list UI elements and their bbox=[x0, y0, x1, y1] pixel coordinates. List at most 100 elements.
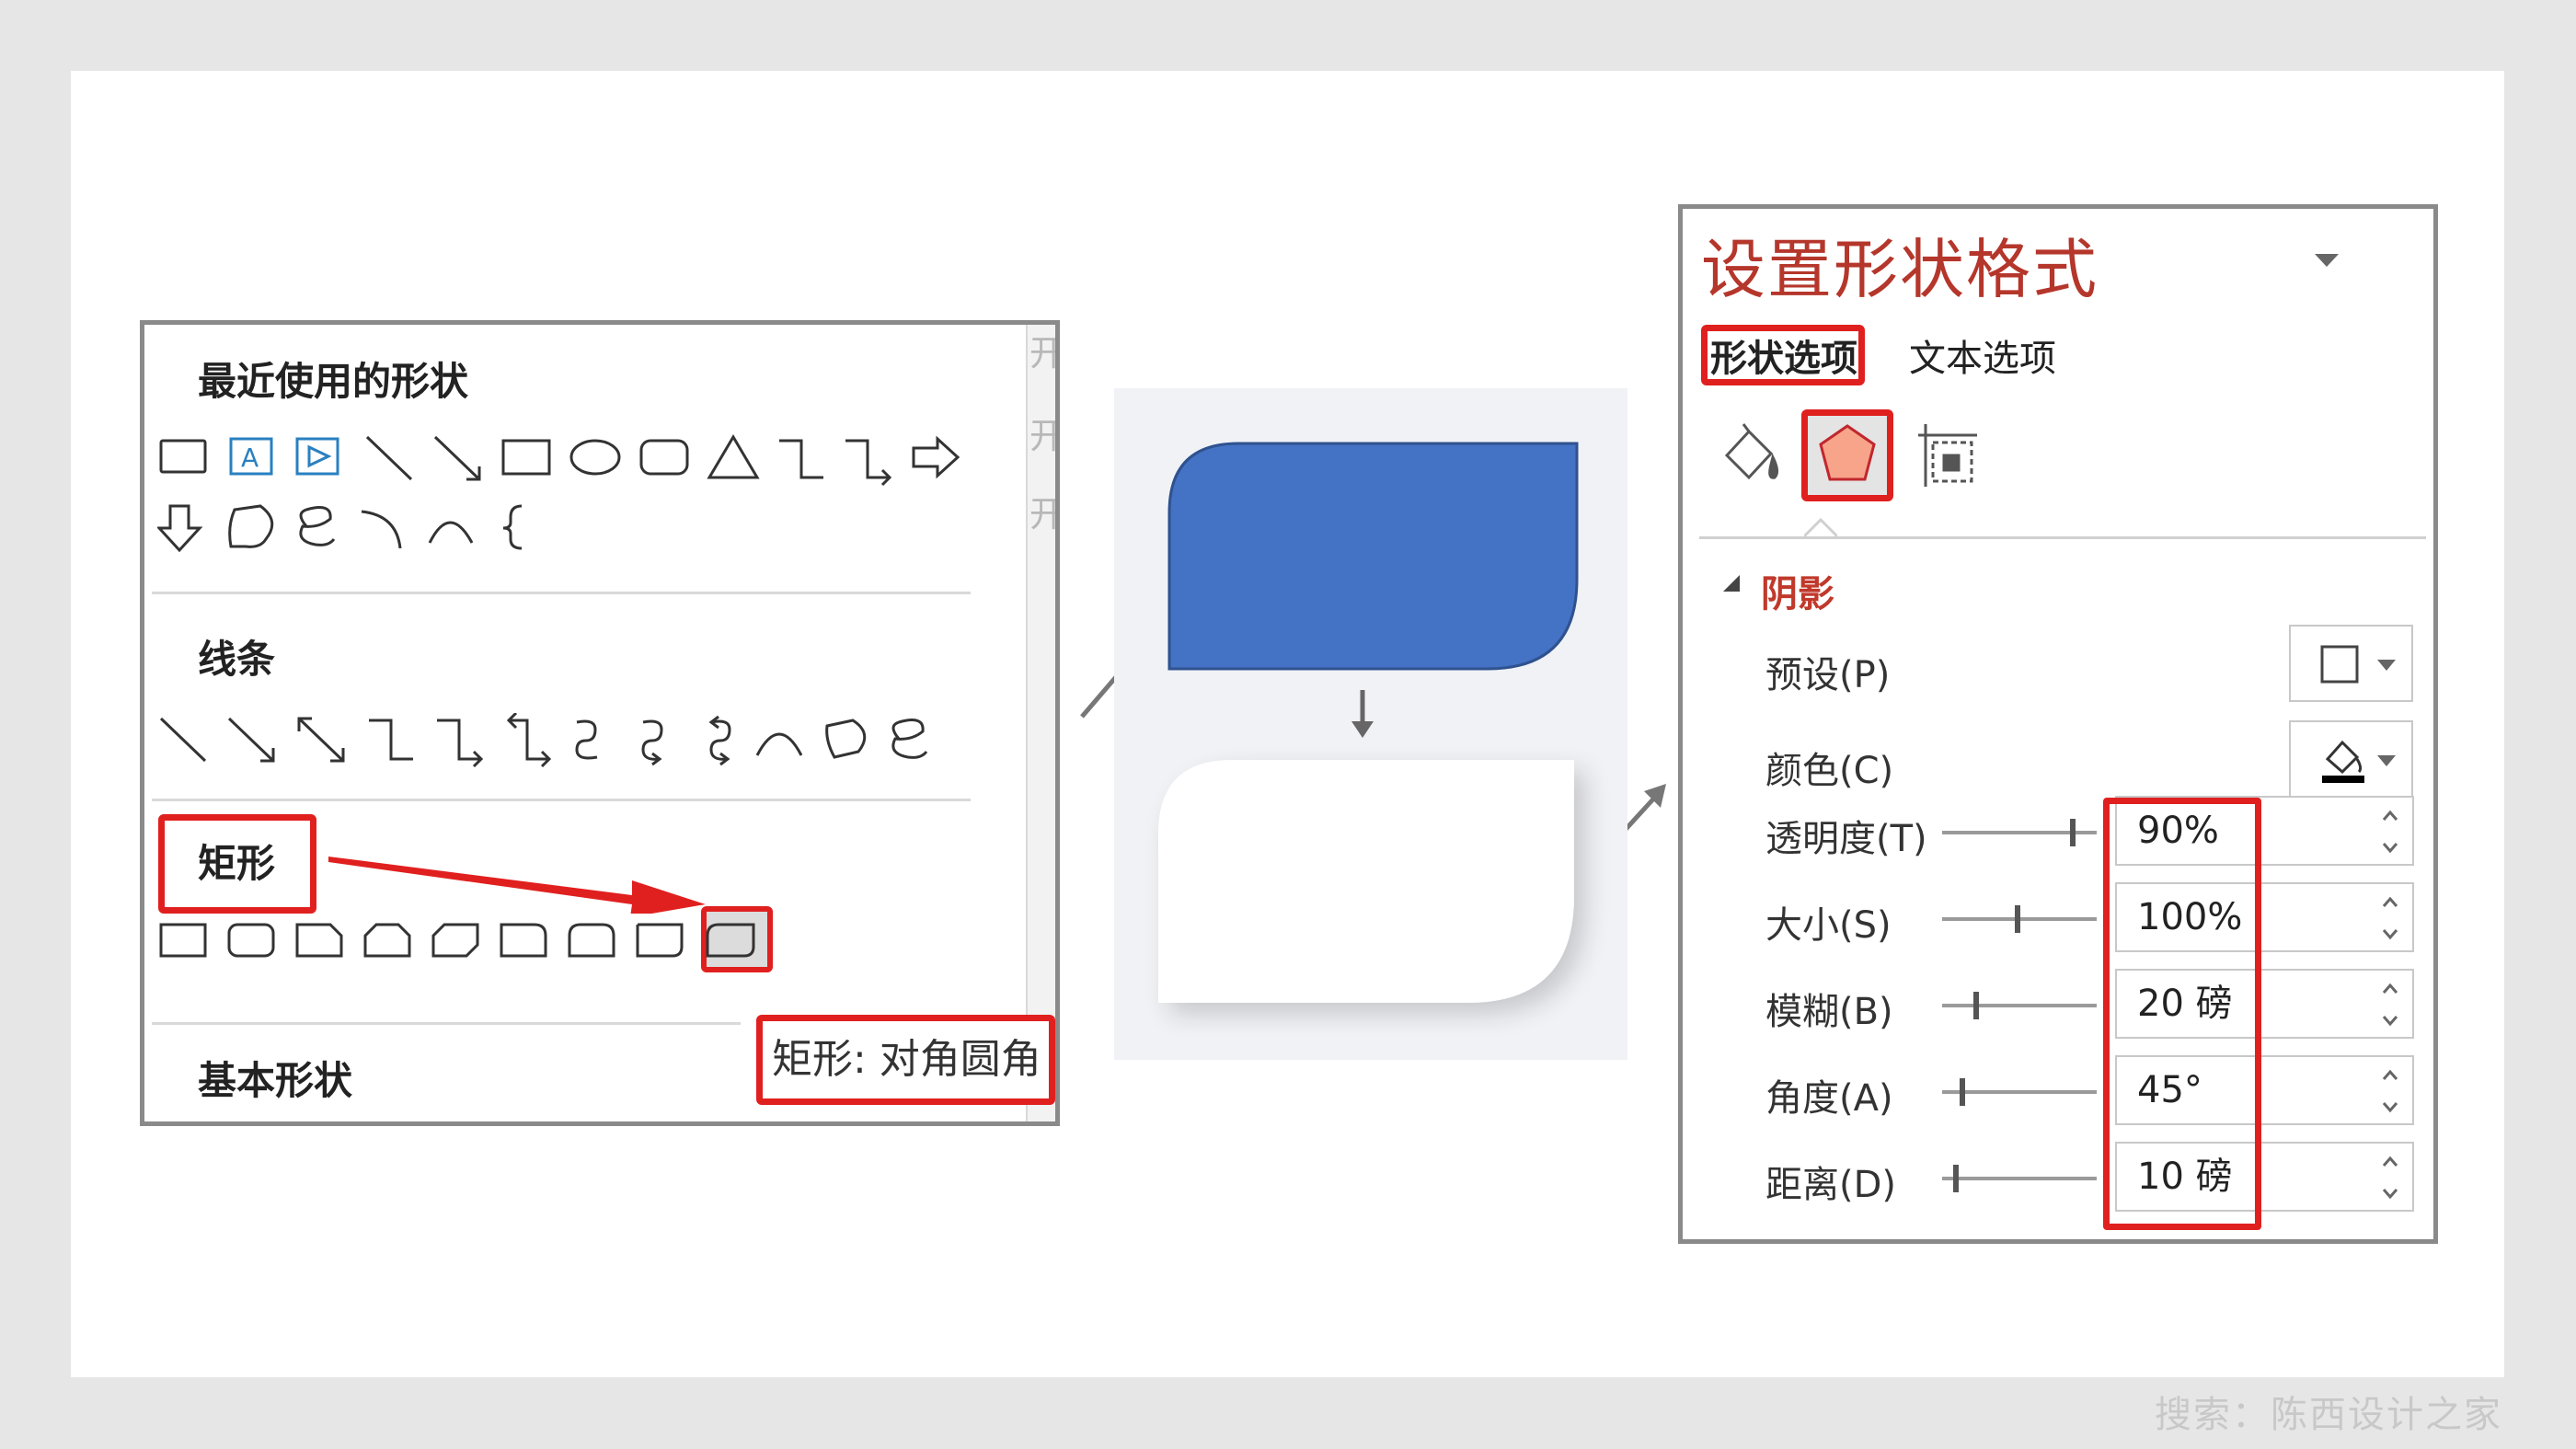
textbox-shape-icon: A bbox=[229, 437, 273, 476]
curved-arrow-connector-icon bbox=[641, 719, 663, 766]
preset-swatch-icon bbox=[2320, 645, 2396, 684]
values-highlight bbox=[2103, 798, 2261, 1230]
round-single-corner-rect-icon bbox=[636, 923, 684, 958]
elbow-arrow-connector-icon bbox=[845, 439, 892, 487]
snip-same-side-rect-icon bbox=[363, 923, 411, 958]
svg-text:A: A bbox=[241, 443, 259, 473]
red-pointer-arrow bbox=[328, 857, 706, 914]
arc-shape-icon bbox=[361, 510, 402, 549]
shadow-slider-track[interactable] bbox=[1942, 1177, 2097, 1180]
triangle-shape-icon bbox=[707, 434, 760, 479]
effects-tab-pentagon-icon[interactable] bbox=[1817, 422, 1878, 487]
lines-shapes-icons[interactable] bbox=[157, 713, 967, 777]
shadow-slider-track[interactable] bbox=[1942, 1090, 2097, 1094]
curved-double-arrow-connector-icon bbox=[708, 715, 731, 766]
shadow-slider-thumb[interactable] bbox=[2015, 905, 2020, 933]
shadow-row-label: 模糊(B) bbox=[1765, 991, 1893, 1033]
stripe-char: 开 bbox=[1029, 486, 1055, 536]
color-label: 颜色(C) bbox=[1765, 750, 1894, 792]
divider bbox=[152, 1022, 741, 1025]
oval-shape-icon bbox=[569, 439, 621, 476]
elbow-connector-icon bbox=[779, 439, 823, 479]
curved-connector-icon bbox=[575, 719, 598, 760]
lines-heading: 线条 bbox=[198, 637, 276, 682]
round-diagonal-rect-white-shadow bbox=[1158, 760, 1574, 1003]
tab-pointer bbox=[1804, 517, 1837, 538]
rectangle-shape-icon bbox=[159, 439, 207, 474]
rectangle-heading: 矩形 bbox=[198, 841, 276, 886]
shadow-color-dropdown[interactable] bbox=[2289, 720, 2413, 798]
divider bbox=[1699, 536, 2426, 539]
shadow-section-heading[interactable]: 阴影 bbox=[1761, 564, 1834, 617]
scribble-icon bbox=[891, 719, 928, 759]
fill-line-tab-paint-bucket-icon[interactable] bbox=[1718, 420, 1786, 490]
line-shape-icon bbox=[365, 435, 413, 481]
spinner-up-down-icon[interactable] bbox=[2381, 805, 2399, 858]
chevron-down-icon bbox=[2377, 755, 2396, 766]
shape-tooltip: 矩形: 对角圆角 bbox=[756, 1015, 1055, 1105]
spinner-up-down-icon[interactable] bbox=[2381, 1064, 2399, 1118]
down-arrow-icon bbox=[1351, 690, 1374, 738]
format-shape-panel: 设置形状格式 形状选项 文本选项 阴影 预设(P) 颜色(C) 透明度(T) 9… bbox=[1678, 204, 2438, 1244]
down-arrow-shape-icon bbox=[157, 504, 203, 553]
chevron-down-icon bbox=[2377, 660, 2396, 671]
shapes-gallery: 开 开 开 最近使用的形状 A 线条 bbox=[140, 320, 1060, 1126]
curve-icon bbox=[755, 732, 803, 756]
preset-label: 预设(P) bbox=[1765, 654, 1891, 696]
spinner-up-down-icon[interactable] bbox=[2381, 891, 2399, 945]
spinner-up-down-icon[interactable] bbox=[2381, 1151, 2399, 1204]
rounded-rect-shape-icon bbox=[639, 439, 689, 476]
section-collapse-triangle-icon[interactable] bbox=[1721, 573, 1743, 595]
color-fill-icon bbox=[2322, 740, 2396, 783]
gallery-side-stripe: 开 开 开 bbox=[1026, 325, 1055, 1121]
freeform-shape-icon bbox=[228, 504, 274, 548]
curve-shape-icon bbox=[428, 521, 474, 544]
tab-text-options[interactable]: 文本选项 bbox=[1909, 328, 2056, 382]
divider bbox=[152, 592, 971, 594]
shadow-row-label: 透明度(T) bbox=[1765, 818, 1927, 860]
elbow-double-arrow-connector-icon bbox=[506, 713, 552, 768]
double-arrow-line-icon bbox=[297, 717, 345, 763]
scribble-shape-icon bbox=[299, 506, 336, 546]
panel-title: 设置形状格式 bbox=[1701, 232, 2099, 307]
rectangle-shapes-icons[interactable] bbox=[157, 915, 783, 971]
shadow-slider-thumb[interactable] bbox=[2070, 819, 2076, 846]
freeform-icon bbox=[825, 719, 867, 759]
shadow-slider-thumb[interactable] bbox=[1960, 1078, 1965, 1106]
arrow-line-icon bbox=[227, 717, 275, 763]
round-same-side-rect-icon bbox=[568, 923, 615, 958]
recent-shapes-heading: 最近使用的形状 bbox=[198, 359, 469, 404]
vertical-textbox-shape-icon bbox=[295, 437, 339, 476]
spinner-up-down-icon[interactable] bbox=[2381, 978, 2399, 1031]
shadow-row-label: 大小(S) bbox=[1765, 904, 1892, 947]
basic-shapes-heading: 基本形状 bbox=[198, 1058, 353, 1103]
divider bbox=[152, 799, 971, 801]
shadow-slider-track[interactable] bbox=[1942, 1004, 2097, 1007]
shadow-slider-thumb[interactable] bbox=[1953, 1165, 1959, 1192]
shadow-slider-thumb[interactable] bbox=[1973, 992, 1979, 1019]
stripe-char: 开 bbox=[1029, 325, 1055, 375]
brace-shape-icon bbox=[502, 504, 523, 550]
line-icon bbox=[159, 717, 207, 763]
shadow-row-label: 角度(A) bbox=[1765, 1077, 1893, 1120]
shadow-row-label: 距离(D) bbox=[1765, 1164, 1897, 1206]
rect-shape-icon bbox=[501, 439, 551, 476]
snip-diagonal-rect-icon bbox=[431, 923, 479, 958]
right-arrow-shape-icon bbox=[912, 435, 960, 479]
elbow-arrow-connector-icon bbox=[437, 719, 484, 768]
stripe-char: 开 bbox=[1029, 408, 1055, 458]
rounded-rectangle-icon bbox=[227, 923, 275, 958]
panel-options-chevron-down-icon[interactable] bbox=[2313, 250, 2340, 269]
round-diagonal-rect-blue bbox=[1167, 442, 1579, 671]
tab-shape-options[interactable]: 形状选项 bbox=[1710, 328, 1857, 382]
watermark: 搜索：陈西设计之家 bbox=[2155, 1394, 2502, 1436]
shadow-preset-dropdown[interactable] bbox=[2289, 625, 2413, 702]
size-properties-tab-icon[interactable] bbox=[1916, 422, 1981, 489]
preview-shapes bbox=[1158, 442, 1579, 1003]
snip-round-rect-icon bbox=[500, 923, 547, 958]
arrow-line-shape-icon bbox=[433, 435, 481, 481]
rectangle-icon bbox=[159, 923, 207, 958]
round-diagonal-rect-icon bbox=[706, 923, 755, 958]
recent-shapes-icons[interactable]: A bbox=[157, 433, 967, 581]
snip-single-corner-rect-icon bbox=[295, 923, 343, 958]
